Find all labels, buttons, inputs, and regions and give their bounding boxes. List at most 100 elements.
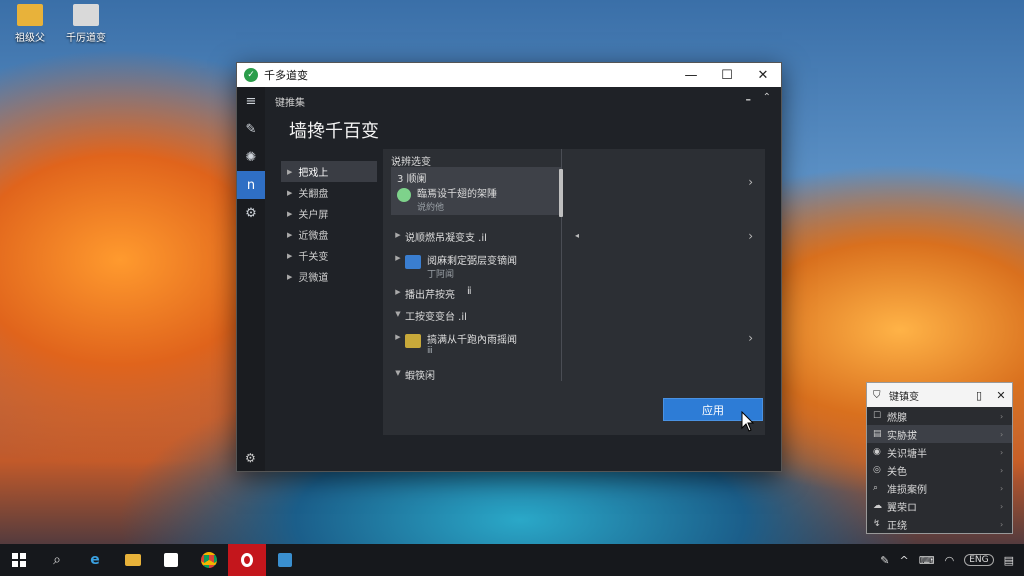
mini-window-title: 键镇变 (889, 391, 919, 403)
chevron-icon: › (1000, 429, 1004, 439)
edge-browser-icon[interactable]: e (76, 544, 114, 576)
category-item[interactable]: ▶ 灵微道 (281, 266, 377, 287)
menu-item[interactable]: ⌕ 准损案例 › (867, 479, 1012, 497)
list-item[interactable]: ▼ 蝦筷闲 (391, 367, 567, 382)
minimize-button[interactable]: — (673, 63, 709, 87)
section-header: 说辨选变 (391, 157, 431, 168)
taskbar: ⌕ e ✎ ^ ⌨ ◠ ENG ▤ (0, 544, 1024, 576)
notification-icon[interactable]: ▤ (1004, 554, 1014, 567)
list-item[interactable]: ▼ 工按变变台 .il (391, 308, 567, 323)
pen-icon[interactable]: ✎ (880, 554, 889, 567)
chevron-up-icon[interactable]: ^ (899, 554, 908, 567)
theme-thumb-icon (397, 188, 411, 202)
mouse-cursor-icon (741, 411, 755, 432)
chevron-right-icon[interactable]: › (748, 229, 753, 243)
mini-menu: ☐ 燃腺 › ▤ 实胁拔 › ◉ 关识塘半 › ◎ 关色 › ⌕ 准损案例 › ☁ 翼荣ロ › ↯ 正绕 › (867, 407, 1012, 533)
caret-down-icon: ▼ (395, 369, 401, 377)
category-item[interactable]: ▶ 把戏上 (281, 161, 377, 182)
chevron-icon: › (1000, 519, 1004, 529)
system-tray: ✎ ^ ⌨ ◠ ENG ▤ (880, 554, 1024, 567)
search-icon: ⌕ (873, 483, 879, 493)
chevron-right-icon[interactable]: › (748, 331, 753, 345)
file-explorer-icon[interactable] (114, 544, 152, 576)
app-icon[interactable] (266, 544, 304, 576)
hamburger-icon[interactable]: ≡ (237, 87, 265, 115)
caret-right-icon: ▶ (287, 272, 293, 281)
category-item[interactable]: ▶ 千关变 (281, 245, 377, 266)
caret-right-icon: ▶ (287, 230, 293, 239)
desktop-icon-1[interactable]: 祖级父 (0, 4, 60, 44)
menu-item[interactable]: ☐ 燃腺 › (867, 407, 1012, 425)
chevron-icon: › (1000, 447, 1004, 457)
app-icon: ⛉ (873, 389, 881, 401)
caret-right-icon: ▶ (287, 251, 293, 260)
caret-right-icon: ▶ (395, 231, 401, 239)
keyboard-icon[interactable]: ⌨ (919, 554, 935, 567)
mini-window: ⛉ 键镇变 ▯ ✕ ☐ 燃腺 › ▤ 实胁拔 › ◉ 关识塘半 › ◎ 关色 › ⌕ 准损案例 › … (866, 382, 1013, 534)
list-item[interactable]: ▶ 说顺燃吊凝变支 .il (391, 229, 567, 244)
app-grid-icon (405, 334, 421, 348)
chevron-left-icon[interactable]: ◂ (575, 231, 579, 240)
list-item[interactable]: 臨焉设千翅的架陲 说約他 (397, 185, 573, 213)
settings-gear-icon[interactable]: ⚙ (245, 451, 256, 465)
maximize-button[interactable]: ☐ (709, 63, 745, 87)
main-window: ✓ 千多道变 — ☐ ✕ ≡ ✎ ✺ n ⚙ 键推集 – ⌃ 墙搀千百变 ▶ 把戏… (236, 62, 782, 472)
menu-item[interactable]: ◎ 关色 › (867, 461, 1012, 479)
search-icon[interactable]: ⌕ (38, 544, 76, 576)
category-item[interactable]: ▶ 关户屏 (281, 203, 377, 224)
puzzle-icon[interactable]: ✺ (237, 143, 265, 171)
close-button[interactable]: ✕ (745, 63, 781, 87)
caret-right-icon: ▶ (287, 167, 293, 176)
chevron-right-icon[interactable]: › (748, 175, 753, 189)
caret-right-icon: ▶ (395, 288, 401, 296)
monitor-icon (405, 255, 421, 269)
category-item[interactable]: ▶ 关翻盘 (281, 182, 377, 203)
chevron-icon: › (1000, 501, 1004, 511)
app-icon: ✓ (244, 68, 258, 82)
store-icon[interactable] (152, 544, 190, 576)
chevron-icon: › (1000, 483, 1004, 493)
tools-icon: ↯ (873, 519, 881, 529)
content-panel: 说辨选变 3 顺阑 臨焉设千翅的架陲 说約他 ▶ 说顺燃吊凝变支 .il ▶ 阅… (383, 149, 765, 435)
title-bar: ✓ 千多道变 — ☐ ✕ (237, 63, 781, 87)
left-nav: ≡ ✎ ✺ n ⚙ (237, 87, 265, 471)
menu-item[interactable]: ☁ 翼荣ロ › (867, 497, 1012, 515)
settings-icon[interactable]: ⚙ (237, 199, 265, 227)
target-icon: ◎ (873, 465, 881, 475)
caret-right-icon: ▶ (287, 188, 293, 197)
cloud-icon: ☁ (873, 501, 882, 511)
wifi-icon[interactable]: ◠ (945, 554, 955, 567)
list-item[interactable]: ▶ 搞满从千跑內雨摇闻 ⅲ (391, 331, 567, 356)
caret-down-icon: ▼ (395, 310, 401, 318)
close-button[interactable]: ✕ (990, 389, 1012, 402)
list-item[interactable]: ▶ 播出芹按亮 ⅱ (391, 286, 567, 301)
desktop-icon-label: 千厉道变 (66, 33, 106, 44)
edit-icon[interactable]: ✎ (237, 115, 265, 143)
caret-right-icon: ▶ (287, 209, 293, 218)
start-button[interactable] (0, 544, 38, 576)
document-icon (73, 4, 99, 26)
category-list: ▶ 把戏上 ▶ 关翻盘 ▶ 关户屏 ▶ 近微盘 ▶ 千关变 ▶ 灵微道 (281, 161, 377, 287)
category-item[interactable]: ▶ 近微盘 (281, 224, 377, 245)
doc-icon: ▤ (873, 429, 882, 439)
menu-item[interactable]: ▤ 实胁拔 › (867, 425, 1012, 443)
chevron-icon: › (1000, 411, 1004, 421)
chrome-icon[interactable] (190, 544, 228, 576)
caret-right-icon: ▶ (395, 333, 401, 341)
desktop-icon-label: 祖级父 (15, 33, 45, 44)
menu-item[interactable]: ↯ 正绕 › (867, 515, 1012, 533)
list-item[interactable]: 3 顺阑 (397, 170, 573, 185)
opera-icon[interactable] (228, 544, 266, 576)
desktop-icon-2[interactable]: 千厉道变 (56, 4, 116, 44)
folder-icon (17, 4, 43, 26)
language-badge[interactable]: ENG (964, 554, 994, 566)
collapse-icon[interactable]: – (746, 93, 752, 106)
list-item[interactable]: ▶ 阅麻剩定弼层变镝闻 丁阿闻 (391, 252, 567, 280)
restore-button[interactable]: ▯ (968, 389, 990, 402)
personalize-icon[interactable]: n (237, 171, 265, 199)
chevron-up-icon[interactable]: ⌃ (763, 92, 771, 103)
scrollbar[interactable] (559, 169, 563, 217)
chevron-icon: › (1000, 465, 1004, 475)
menu-item[interactable]: ◉ 关识塘半 › (867, 443, 1012, 461)
breadcrumb: 键推集 (275, 98, 305, 109)
